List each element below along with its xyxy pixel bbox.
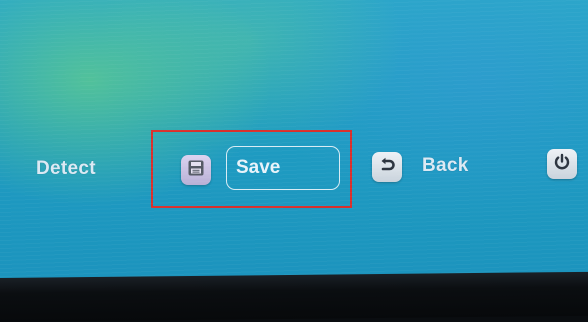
undo-arrow-icon — [378, 156, 396, 179]
back-label[interactable]: Back — [422, 155, 469, 177]
selection-highlight — [151, 130, 352, 208]
power-icon — [553, 153, 571, 176]
back-button[interactable] — [372, 152, 402, 182]
detect-menu-item[interactable]: Detect — [36, 158, 96, 180]
power-button[interactable] — [547, 149, 577, 179]
monitor-screen: Detect Save Back — [0, 0, 588, 292]
monitor-bezel — [0, 271, 588, 322]
